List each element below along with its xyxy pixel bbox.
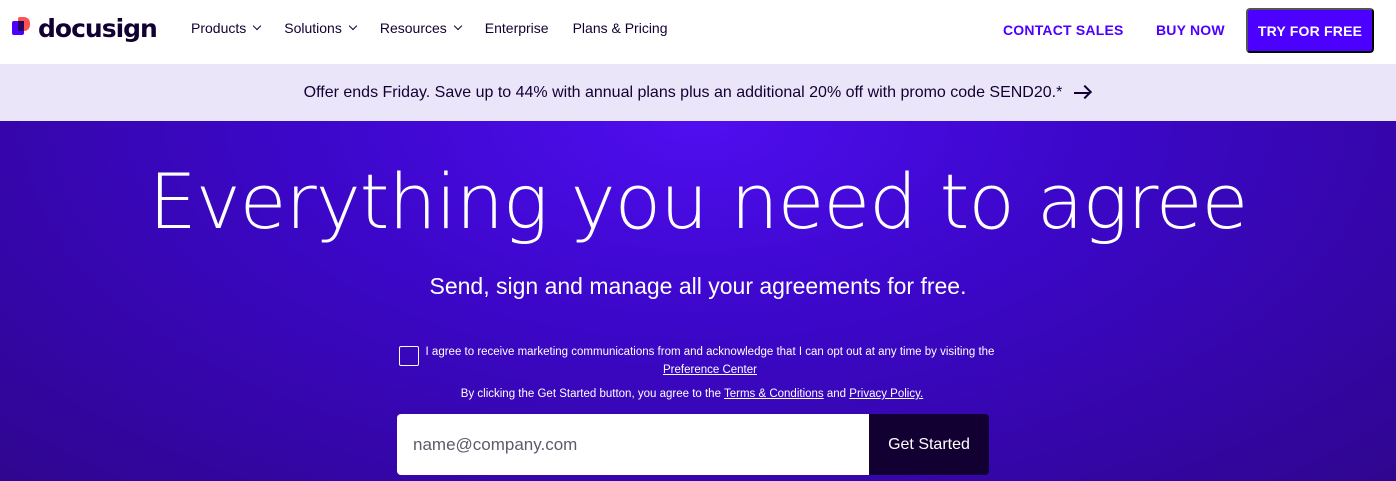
chevron-down-icon	[453, 21, 463, 31]
consent-text: I agree to receive marketing communicati…	[425, 343, 995, 379]
nav-solutions-label: Solutions	[284, 20, 342, 36]
marketing-consent-checkbox[interactable]	[399, 346, 419, 366]
terms-prefix: By clicking the Get Started button, you …	[460, 388, 721, 400]
offer-text: Offer ends Friday. Save up to 44% with a…	[303, 83, 1063, 101]
preference-center-link[interactable]: Preference Center	[663, 364, 757, 376]
nav-enterprise-label: Enterprise	[484, 20, 549, 36]
logo-text: docusign	[38, 14, 158, 43]
chevron-down-icon	[253, 21, 262, 31]
try-for-free-button[interactable]: TRY FOR FREE	[1246, 8, 1374, 53]
terms-conditions-link[interactable]: Terms & Conditions	[724, 388, 824, 400]
hero-headline: Everything you need to agree	[148, 157, 1249, 246]
nav-plans-pricing[interactable]: Plans & Pricing	[573, 20, 668, 36]
main-menu: Products Solutions Resources Enterprise …	[191, 20, 692, 36]
nav-products[interactable]: Products	[191, 20, 262, 36]
terms-notice: By clicking the Get Started button, you …	[0, 388, 1384, 400]
nav-resources-label: Resources	[379, 20, 447, 36]
docusign-logo-icon	[10, 16, 34, 41]
terms-and: and	[826, 388, 847, 400]
nav-products-label: Products	[191, 20, 247, 36]
marketing-consent: I agree to receive marketing communicati…	[399, 343, 999, 383]
signup-form: Get Started	[397, 414, 989, 475]
hero-section: Everything you need to agree Send, sign …	[0, 121, 1396, 481]
docusign-logo[interactable]: docusign	[10, 14, 158, 43]
get-started-button[interactable]: Get Started	[869, 414, 989, 475]
chevron-down-icon	[348, 21, 358, 31]
email-input[interactable]	[397, 414, 869, 475]
offer-banner[interactable]: Offer ends Friday. Save up to 44% with a…	[0, 64, 1396, 121]
hero-subhead: Send, sign and manage all your agreement…	[429, 273, 967, 299]
buy-now-link[interactable]: BUY NOW	[1156, 22, 1225, 38]
nav-plans-pricing-label: Plans & Pricing	[572, 20, 668, 36]
consent-text-body: I agree to receive marketing communicati…	[425, 346, 995, 358]
nav-solutions[interactable]: Solutions	[284, 20, 358, 36]
contact-sales-link[interactable]: CONTACT SALES	[1003, 22, 1124, 38]
nav-enterprise[interactable]: Enterprise	[485, 20, 549, 36]
top-nav: docusign Products Solutions Resources En…	[0, 0, 1396, 64]
arrow-right-icon	[1074, 84, 1093, 100]
privacy-policy-link[interactable]: Privacy Policy.	[849, 388, 923, 400]
nav-resources[interactable]: Resources	[379, 20, 463, 36]
